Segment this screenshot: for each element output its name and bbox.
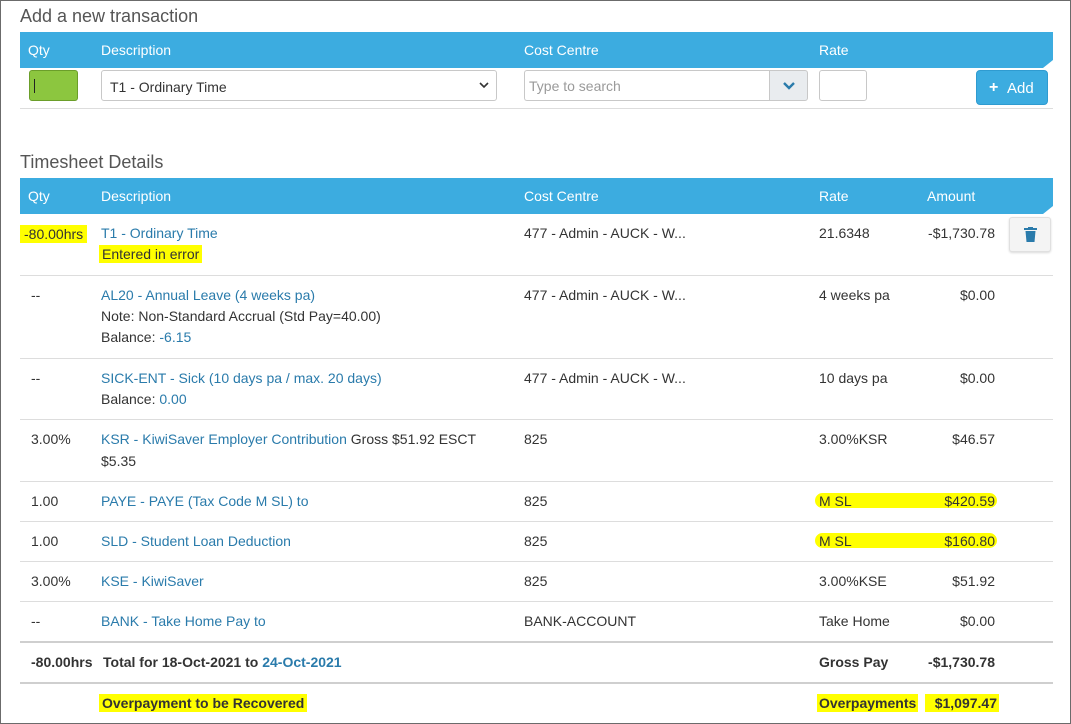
overpayments-label: Overpayments [817,694,919,712]
balance-value[interactable]: 0.00 [159,391,186,407]
row-qty: -- [31,613,41,629]
row-rate: Take Home [819,613,890,629]
row-amount: $420.59 [944,493,995,509]
overpayments-amount: $1,097.47 [925,694,999,712]
row-description: KSR - KiwiSaver Employer Contribution Gr… [101,431,476,447]
row-cost-centre: 477 - Admin - AUCK - W... [524,370,686,386]
balance-value[interactable]: -6.15 [159,329,191,345]
row-amount: $160.80 [944,533,995,549]
total-qty: -80.00hrs [31,654,93,670]
row-description-link[interactable]: SLD - Student Loan Deduction [101,533,291,549]
row-rate: 3.00%KSR [819,431,888,447]
total-period-prefix: Total for 18-Oct-2021 to [103,654,259,670]
row-cost-centre: 825 [524,431,548,447]
row-description-link[interactable]: BANK - Take Home Pay to [101,613,266,629]
total-end-date-link[interactable]: 24-Oct-2021 [262,654,341,670]
row-qty: -80.00hrs [20,225,88,243]
add-section-title: Add a new transaction [20,6,199,26]
row-rate: 3.00%KSE [819,573,887,589]
row-description-line2: $5.35 [101,453,137,469]
row-qty: -- [31,287,41,303]
row-amount: $0.00 [959,370,995,386]
divider [20,682,1053,684]
divider [20,275,1053,276]
row-cost-centre: 825 [524,493,548,509]
description-select-value: T1 - Ordinary Time [110,79,227,95]
header-rate: Rate [819,42,849,58]
balance-label: Balance: [101,329,156,345]
add-table-header: Qty Description Cost Centre Rate [20,32,1053,68]
row-description-link[interactable]: PAYE - PAYE (Tax Code M SL) to [101,493,308,509]
row-description-link[interactable]: KSR - KiwiSaver Employer Contribution [101,431,347,447]
row-amount: $51.92 [952,573,995,589]
row-description-link[interactable]: AL20 - Annual Leave (4 weeks pa) [101,287,315,303]
row-description-extra: Gross $51.92 ESCT [350,431,477,447]
add-button[interactable]: + Add [976,70,1048,105]
row-cost-centre: 825 [524,573,548,589]
plus-icon: + [989,79,999,96]
row-rate: 21.6348 [819,225,870,241]
divider [20,561,1053,562]
cost-centre-dropdown-button[interactable] [769,70,808,101]
row-cost-centre: BANK-ACCOUNT [524,613,637,629]
divider [20,419,1053,420]
row-cost-centre: 477 - Admin - AUCK - W... [524,225,686,241]
timesheet-details-title: Timesheet Details [20,152,164,172]
row-amount: $0.00 [959,613,995,629]
chevron-down-icon [783,82,795,90]
row-description-link[interactable]: SICK-ENT - Sick (10 days pa / max. 20 da… [101,370,382,386]
row-cost-centre: 825 [524,533,548,549]
divider [20,601,1053,602]
header-amount: Amount [927,188,976,204]
rate-input[interactable] [819,70,867,101]
chevron-down-icon [479,82,489,89]
header-cost-centre: Cost Centre [524,188,599,204]
row-rate: 10 days pa [819,370,888,386]
add-button-label: Add [1007,80,1034,97]
balance-label: Balance: [101,391,156,407]
row-note: Note: Non-Standard Accrual (Std Pay=40.0… [101,308,381,324]
divider [20,108,1053,109]
header-cost-centre: Cost Centre [524,42,599,58]
divider [20,521,1053,522]
overpayment-label: Overpayment to be Recovered [99,694,308,712]
row-amount: $0.00 [959,287,995,303]
row-qty: 3.00% [31,431,71,447]
delete-button[interactable] [1009,217,1051,252]
header-qty: Qty [28,42,50,58]
divider [20,358,1053,359]
total-period: Total for 18-Oct-2021 to 24-Oct-2021 [103,654,342,670]
gross-pay-amount: -$1,730.78 [928,654,995,670]
row-description-link[interactable]: T1 - Ordinary Time [101,225,218,241]
description-select[interactable]: T1 - Ordinary Time [101,70,497,101]
gross-pay-label: Gross Pay [819,654,889,670]
details-table-header: Qty Description Cost Centre Rate Amount [20,178,1053,214]
row-amount: $46.57 [952,431,995,447]
row-note: Entered in error [99,245,203,263]
divider [20,641,1053,643]
header-description: Description [101,188,172,204]
row-qty: 1.00 [31,493,59,509]
qty-input[interactable] [29,70,78,101]
row-rate: 4 weeks pa [819,287,890,303]
header-rate: Rate [819,188,849,204]
header-description: Description [101,42,172,58]
row-amount: -$1,730.78 [928,225,995,241]
trash-icon [1024,227,1037,242]
row-qty: 1.00 [31,533,59,549]
row-cost-centre: 477 - Admin - AUCK - W... [524,287,686,303]
cost-centre-search-input[interactable] [524,70,770,101]
row-description-link[interactable]: KSE - KiwiSaver [101,573,204,589]
row-rate: M SL [819,493,852,509]
header-qty: Qty [28,188,50,204]
row-balance: Balance: -6.15 [101,329,191,345]
row-qty: 3.00% [31,573,71,589]
divider [20,481,1053,482]
row-balance: Balance: 0.00 [101,391,187,407]
row-qty: -- [31,370,41,386]
row-rate: M SL [819,533,852,549]
